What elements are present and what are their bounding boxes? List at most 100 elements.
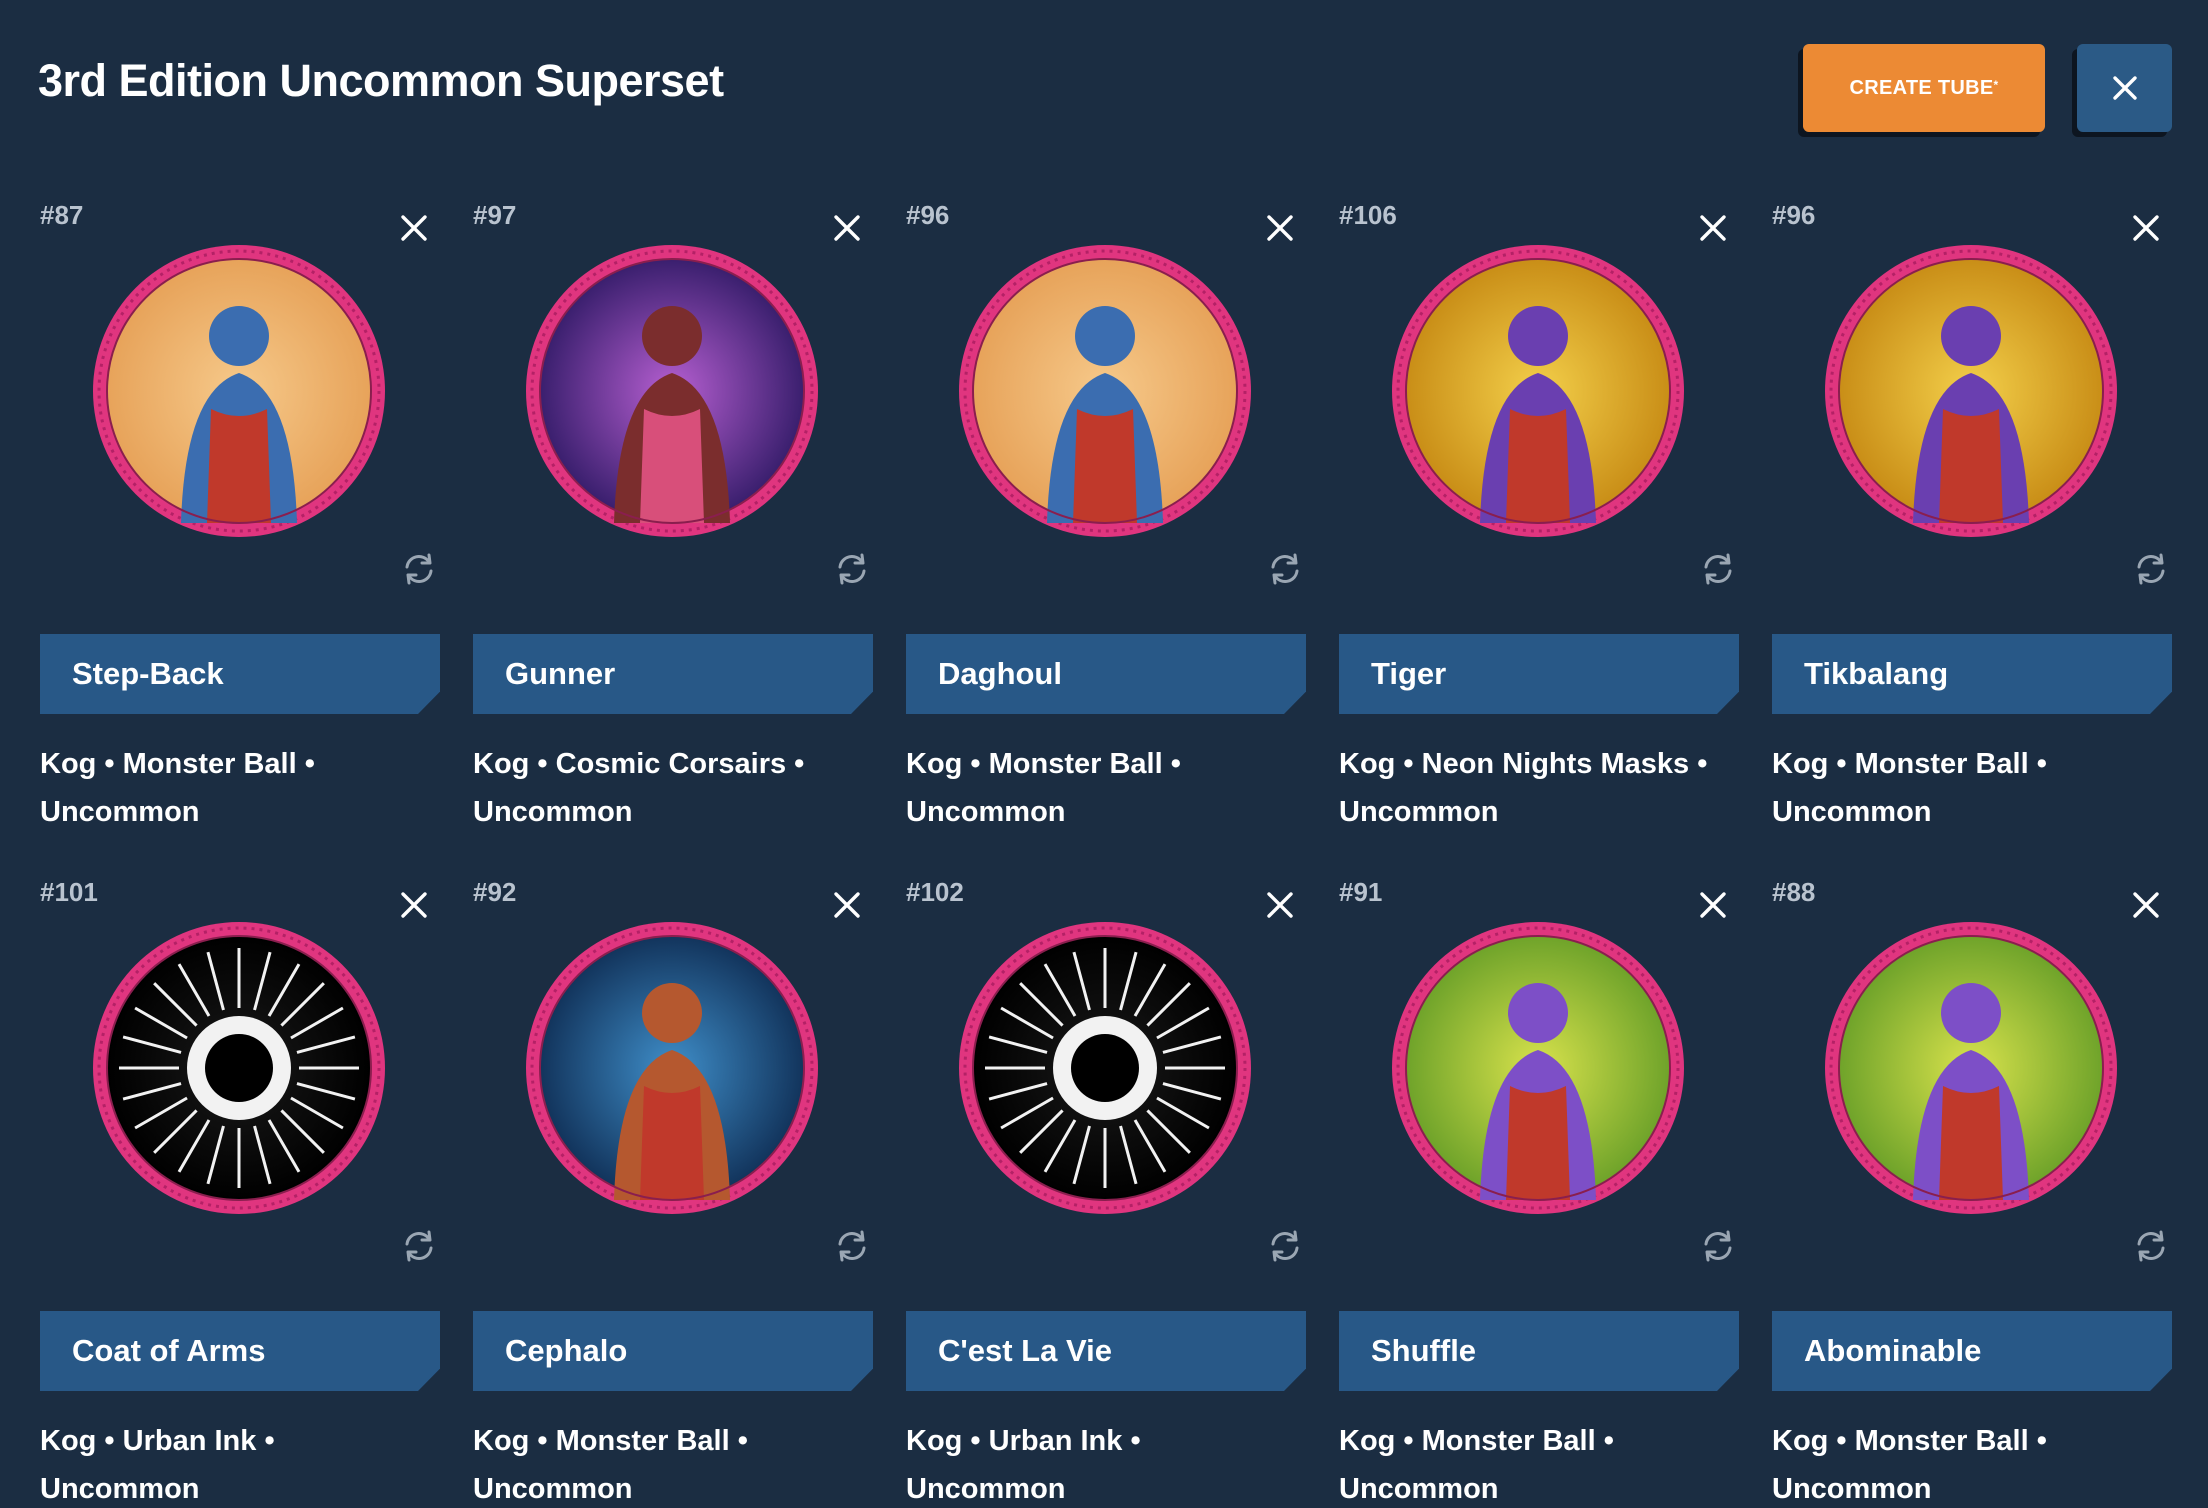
card-name: Tiger <box>1371 656 1447 691</box>
card-token-image[interactable] <box>1388 241 1688 541</box>
card-name: Abominable <box>1804 1333 1982 1368</box>
refresh-icon <box>1704 553 1732 585</box>
refresh-icon <box>405 553 433 585</box>
card-grid: #87 Step-Back Kog • Monster Ball • Uncom… <box>0 0 2208 1508</box>
card: #96 <box>1770 192 2172 852</box>
card: #106 Tiger Kog • Neon Nights Masks • Unc… <box>1337 192 1739 852</box>
card-meta: Kog • Monster Ball • Uncommon <box>40 748 315 828</box>
refresh-button[interactable] <box>1697 1225 1739 1267</box>
card-meta: Kog • Monster Ball • Uncommon <box>473 1425 748 1505</box>
card-token-image[interactable] <box>1821 241 2121 541</box>
remove-card-button[interactable] <box>829 887 865 923</box>
card: #97 Gunner Kog • Cosmic Corsairs • Uncom… <box>471 192 873 852</box>
card-token-image[interactable] <box>955 241 1255 541</box>
card-number: #102 <box>906 877 964 907</box>
refresh-icon <box>838 553 866 585</box>
refresh-icon <box>405 1230 433 1262</box>
remove-card-button[interactable] <box>396 210 432 246</box>
remove-card-button[interactable] <box>2128 210 2164 246</box>
card-token-image[interactable] <box>89 241 389 541</box>
card-number: #96 <box>1772 200 1816 230</box>
card-name-bar[interactable]: Abominable <box>1772 1311 2172 1391</box>
card-name-bar[interactable]: Cephalo <box>473 1311 873 1391</box>
card-token-image[interactable] <box>1388 918 1688 1218</box>
close-icon <box>834 215 860 241</box>
card-meta: Kog • Monster Ball • Uncommon <box>906 748 1181 828</box>
refresh-icon <box>1271 1230 1299 1262</box>
card: #102 C'est La Vie Kog • Urban Ink • Unco… <box>904 869 1306 1508</box>
remove-card-button[interactable] <box>1262 210 1298 246</box>
card-meta: Kog • Urban Ink • Uncommon <box>40 1425 275 1505</box>
card-name: Shuffle <box>1371 1333 1477 1368</box>
refresh-icon <box>1704 1230 1732 1262</box>
card: #101 Coat of Arms Kog • Urban Ink • Unco… <box>38 869 440 1508</box>
refresh-button[interactable] <box>2130 1225 2172 1267</box>
card-token-image[interactable] <box>955 918 1255 1218</box>
remove-card-button[interactable] <box>1262 887 1298 923</box>
close-icon <box>401 215 427 241</box>
refresh-button[interactable] <box>831 548 873 590</box>
card: #92 Cephalo Kog • Monster Ball • Uncommo… <box>471 869 873 1508</box>
card-token-image[interactable] <box>89 918 389 1218</box>
card-number: #106 <box>1339 200 1397 230</box>
card: #91 Shuffle Kog • Monster Ball • Uncommo… <box>1337 869 1739 1508</box>
refresh-button[interactable] <box>831 1225 873 1267</box>
close-icon <box>1267 892 1293 918</box>
card-meta: Kog • Urban Ink • Uncommon <box>906 1425 1141 1505</box>
remove-card-button[interactable] <box>2128 887 2164 923</box>
card-name-bar[interactable]: Shuffle <box>1339 1311 1739 1391</box>
card-name: Coat of Arms <box>72 1333 266 1368</box>
card-name-bar[interactable]: Daghoul <box>906 634 1306 714</box>
remove-card-button[interactable] <box>1695 887 1731 923</box>
card-token-image[interactable] <box>522 918 822 1218</box>
card-name-bar[interactable]: Tikbalang <box>1772 634 2172 714</box>
refresh-icon <box>838 1230 866 1262</box>
close-icon <box>1700 215 1726 241</box>
card-meta: Kog • Cosmic Corsairs • Uncommon <box>473 748 805 828</box>
card-name-bar[interactable]: C'est La Vie <box>906 1311 1306 1391</box>
refresh-icon <box>2137 1230 2165 1262</box>
card-meta: Kog • Monster Ball • Uncommon <box>1339 1425 1614 1505</box>
superset-modal: 3rd Edition Uncommon Superset CREATE TUB… <box>0 0 2208 1508</box>
refresh-button[interactable] <box>1697 548 1739 590</box>
card: #87 Step-Back Kog • Monster Ball • Uncom… <box>38 192 440 852</box>
card-token-image[interactable] <box>1821 918 2121 1218</box>
card-name: C'est La Vie <box>938 1333 1112 1368</box>
card-token-image[interactable] <box>522 241 822 541</box>
refresh-button[interactable] <box>1264 1225 1306 1267</box>
remove-card-button[interactable] <box>829 210 865 246</box>
close-icon <box>1700 892 1726 918</box>
refresh-button[interactable] <box>1264 548 1306 590</box>
card-name-bar[interactable]: Gunner <box>473 634 873 714</box>
card-name: Daghoul <box>938 656 1062 691</box>
card-number: #101 <box>40 877 98 907</box>
refresh-button[interactable] <box>398 548 440 590</box>
card-number: #91 <box>1339 877 1383 907</box>
card-name: Gunner <box>505 656 616 691</box>
close-icon <box>1267 215 1293 241</box>
card-name: Tikbalang <box>1804 656 1949 691</box>
card-number: #92 <box>473 877 517 907</box>
card-meta: Kog • Neon Nights Masks • Uncommon <box>1339 748 1708 828</box>
card-number: #87 <box>40 200 84 230</box>
card-name-bar[interactable]: Step-Back <box>40 634 440 714</box>
card: #96 <box>904 192 1306 852</box>
close-icon <box>2133 215 2159 241</box>
card-meta: Kog • Monster Ball • Uncommon <box>1772 1425 2047 1505</box>
refresh-icon <box>1271 553 1299 585</box>
card-name-bar[interactable]: Tiger <box>1339 634 1739 714</box>
card-number: #96 <box>906 200 950 230</box>
remove-card-button[interactable] <box>1695 210 1731 246</box>
remove-card-button[interactable] <box>396 887 432 923</box>
card-number: #97 <box>473 200 517 230</box>
refresh-button[interactable] <box>2130 548 2172 590</box>
card-name-bar[interactable]: Coat of Arms <box>40 1311 440 1391</box>
card-name: Cephalo <box>505 1333 628 1368</box>
refresh-icon <box>2137 553 2165 585</box>
refresh-button[interactable] <box>398 1225 440 1267</box>
close-icon <box>834 892 860 918</box>
card: #88 Abominable Kog • Monster Ball • Unco… <box>1770 869 2172 1508</box>
card-number: #88 <box>1772 877 1816 907</box>
close-icon <box>401 892 427 918</box>
card-meta: Kog • Monster Ball • Uncommon <box>1772 748 2047 828</box>
